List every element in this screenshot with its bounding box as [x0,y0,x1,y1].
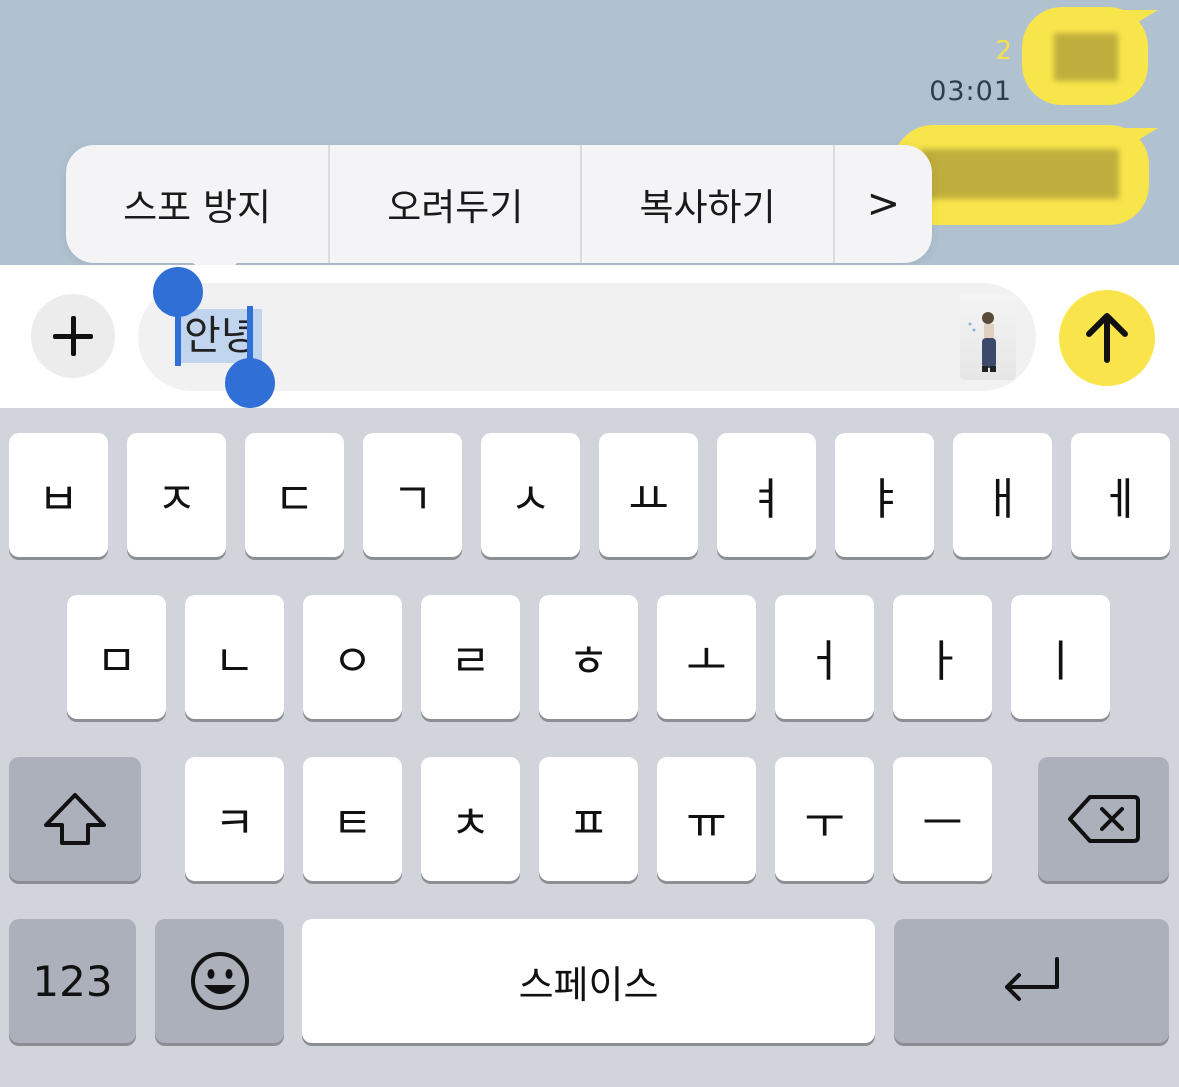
key[interactable]: ㅔ [1071,433,1170,557]
key[interactable]: ㅗ [657,595,756,719]
key[interactable]: ㅅ [481,433,580,557]
menu-item-copy[interactable]: 복사하기 [582,145,835,263]
key[interactable]: ㅌ [303,757,402,881]
attach-button[interactable] [31,294,115,378]
menu-more-button[interactable]: > [835,145,932,263]
key[interactable]: ㅑ [835,433,934,557]
message-time: 03:01 [929,76,1012,107]
key[interactable]: ㅕ [717,433,816,557]
key[interactable]: ㅇ [303,595,402,719]
return-key[interactable] [894,919,1169,1043]
numbers-key[interactable]: 123 [9,919,136,1043]
key[interactable]: ㅊ [421,757,520,881]
key[interactable]: ㅂ [9,433,108,557]
unread-count: 2 [995,36,1012,66]
selection-start-handle[interactable] [153,267,203,317]
key[interactable]: ㅈ [127,433,226,557]
key[interactable]: ㅣ [1011,595,1110,719]
attached-image-thumbnail[interactable] [960,294,1016,380]
key[interactable]: ㅏ [893,595,992,719]
key[interactable]: ㄱ [363,433,462,557]
key[interactable]: ㄷ [245,433,344,557]
menu-item-spoiler[interactable]: 스포 방지 [66,145,331,263]
emoji-key[interactable] [155,919,284,1043]
backspace-icon [1067,795,1140,843]
person-image-icon [968,312,996,372]
shift-icon [44,793,106,845]
key[interactable]: ㅋ [185,757,284,881]
key[interactable]: ㅁ [67,595,166,719]
menu-item-cut[interactable]: 오려두기 [330,145,583,263]
key[interactable]: ㄹ [421,595,520,719]
shift-key[interactable] [9,757,141,881]
emoji-icon [190,952,249,1010]
key[interactable]: ㅜ [775,757,874,881]
return-icon [1004,957,1059,1001]
space-key[interactable]: 스페이스 [302,919,875,1043]
redacted-content [921,149,1119,199]
key[interactable]: ㄴ [185,595,284,719]
key[interactable]: ㅛ [599,433,698,557]
redacted-content [1054,33,1118,81]
send-button[interactable] [1059,290,1155,386]
key[interactable]: ㅎ [539,595,638,719]
backspace-key[interactable] [1038,757,1169,881]
key[interactable]: ㅐ [953,433,1052,557]
bubble-tail [1122,128,1158,150]
bubble-tail [1122,10,1158,32]
key[interactable]: ㅡ [893,757,992,881]
key[interactable]: ㅠ [657,757,756,881]
arrow-up-icon [1086,313,1128,363]
key[interactable]: ㅍ [539,757,638,881]
context-menu: 스포 방지 오려두기 복사하기 > [66,145,932,263]
key[interactable]: ㅓ [775,595,874,719]
selection-end-handle[interactable] [225,358,275,408]
